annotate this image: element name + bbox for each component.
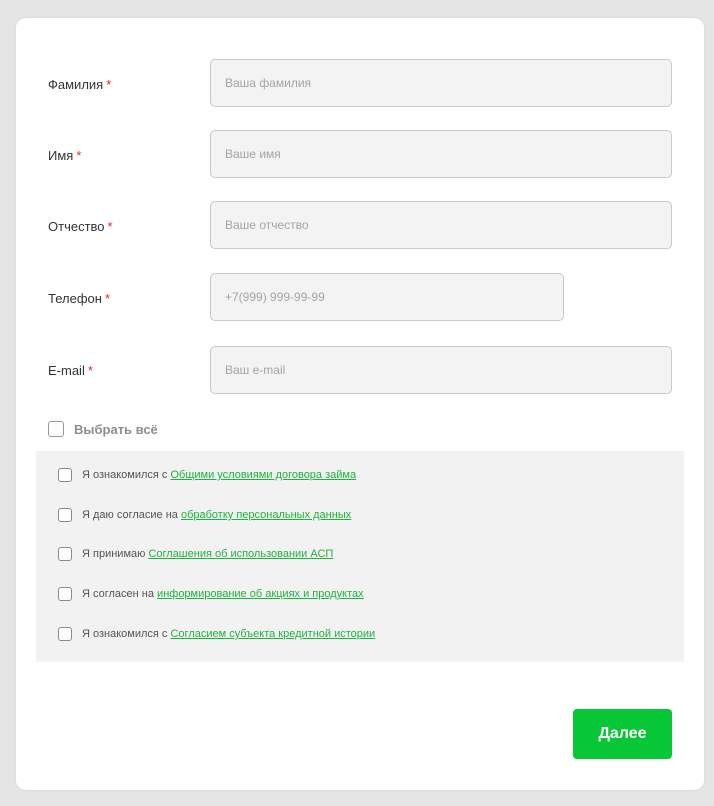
phone-label-text: Телефон bbox=[48, 291, 102, 306]
agreement-checkbox[interactable] bbox=[58, 547, 72, 561]
middle-name-label-text: Отчество bbox=[48, 219, 105, 234]
middle-name-label: Отчество * bbox=[48, 219, 113, 234]
agreement-checkbox[interactable] bbox=[58, 468, 72, 482]
select-all-label: Выбрать всё bbox=[74, 421, 158, 437]
required-mark: * bbox=[76, 148, 82, 163]
email-input[interactable] bbox=[210, 346, 672, 394]
first-name-label-text: Имя bbox=[48, 148, 74, 163]
agreement-prefix: Я согласен на bbox=[82, 588, 158, 600]
last-name-label: Фамилия * bbox=[48, 77, 111, 92]
agreement-row-loan-terms[interactable]: Я ознакомился с Общими условиями договор… bbox=[58, 467, 356, 483]
last-name-label-text: Фамилия bbox=[48, 77, 104, 92]
agreement-checkbox[interactable] bbox=[58, 627, 72, 641]
application-form-card: Фамилия* Имя* Отчество* Телефон* E-mail*… bbox=[16, 18, 704, 790]
agreement-prefix: Я ознакомился с bbox=[82, 628, 171, 640]
agreement-prefix: Я ознакомился с bbox=[82, 469, 171, 481]
agreement-checkbox[interactable] bbox=[58, 508, 72, 522]
agreement-row-credit-history[interactable]: Я ознакомился с Согласием субъекта креди… bbox=[58, 626, 375, 642]
agreement-row-personal-data[interactable]: Я даю согласие на обработку персональных… bbox=[58, 507, 351, 523]
personal-data-link[interactable]: обработку персональных данных bbox=[181, 509, 351, 521]
agreement-checkbox[interactable] bbox=[58, 587, 72, 601]
agreement-prefix: Я даю согласие на bbox=[82, 509, 181, 521]
select-all-checkbox[interactable] bbox=[48, 421, 64, 437]
first-name-label: Имя * bbox=[48, 148, 81, 163]
loan-terms-link[interactable]: Общими условиями договора займа bbox=[170, 469, 356, 481]
phone-input[interactable] bbox=[210, 273, 564, 321]
required-mark: * bbox=[106, 77, 112, 92]
last-name-input[interactable] bbox=[210, 59, 672, 107]
agreements-panel: Я ознакомился с Общими условиями договор… bbox=[36, 451, 684, 662]
required-mark: * bbox=[104, 291, 110, 306]
asp-agreement-link[interactable]: Соглашения об использовании АСП bbox=[148, 548, 333, 560]
agreement-row-promotions[interactable]: Я согласен на информирование об акциях и… bbox=[58, 586, 364, 602]
required-mark: * bbox=[107, 219, 113, 234]
phone-label: Телефон * bbox=[48, 291, 110, 306]
agreement-text: Я даю согласие на обработку персональных… bbox=[82, 509, 351, 521]
agreement-text: Я ознакомился с Общими условиями договор… bbox=[82, 469, 356, 481]
required-mark: * bbox=[87, 363, 93, 378]
promotions-link[interactable]: информирование об акциях и продуктах bbox=[157, 588, 364, 600]
credit-history-link[interactable]: Согласием субъекта кредитной истории bbox=[170, 628, 375, 640]
agreement-text: Я ознакомился с Согласием субъекта креди… bbox=[82, 628, 375, 640]
email-label-text: E-mail bbox=[48, 363, 85, 378]
agreement-prefix: Я принимаю bbox=[82, 548, 149, 560]
middle-name-input[interactable] bbox=[210, 201, 672, 249]
next-button[interactable]: Далее bbox=[573, 709, 672, 759]
agreement-row-asp[interactable]: Я принимаю Соглашения об использовании А… bbox=[58, 546, 333, 562]
select-all-row[interactable]: Выбрать всё bbox=[48, 419, 158, 439]
first-name-input[interactable] bbox=[210, 130, 672, 178]
agreement-text: Я принимаю Соглашения об использовании А… bbox=[82, 548, 333, 560]
email-label: E-mail * bbox=[48, 363, 93, 378]
agreement-text: Я согласен на информирование об акциях и… bbox=[82, 588, 364, 600]
